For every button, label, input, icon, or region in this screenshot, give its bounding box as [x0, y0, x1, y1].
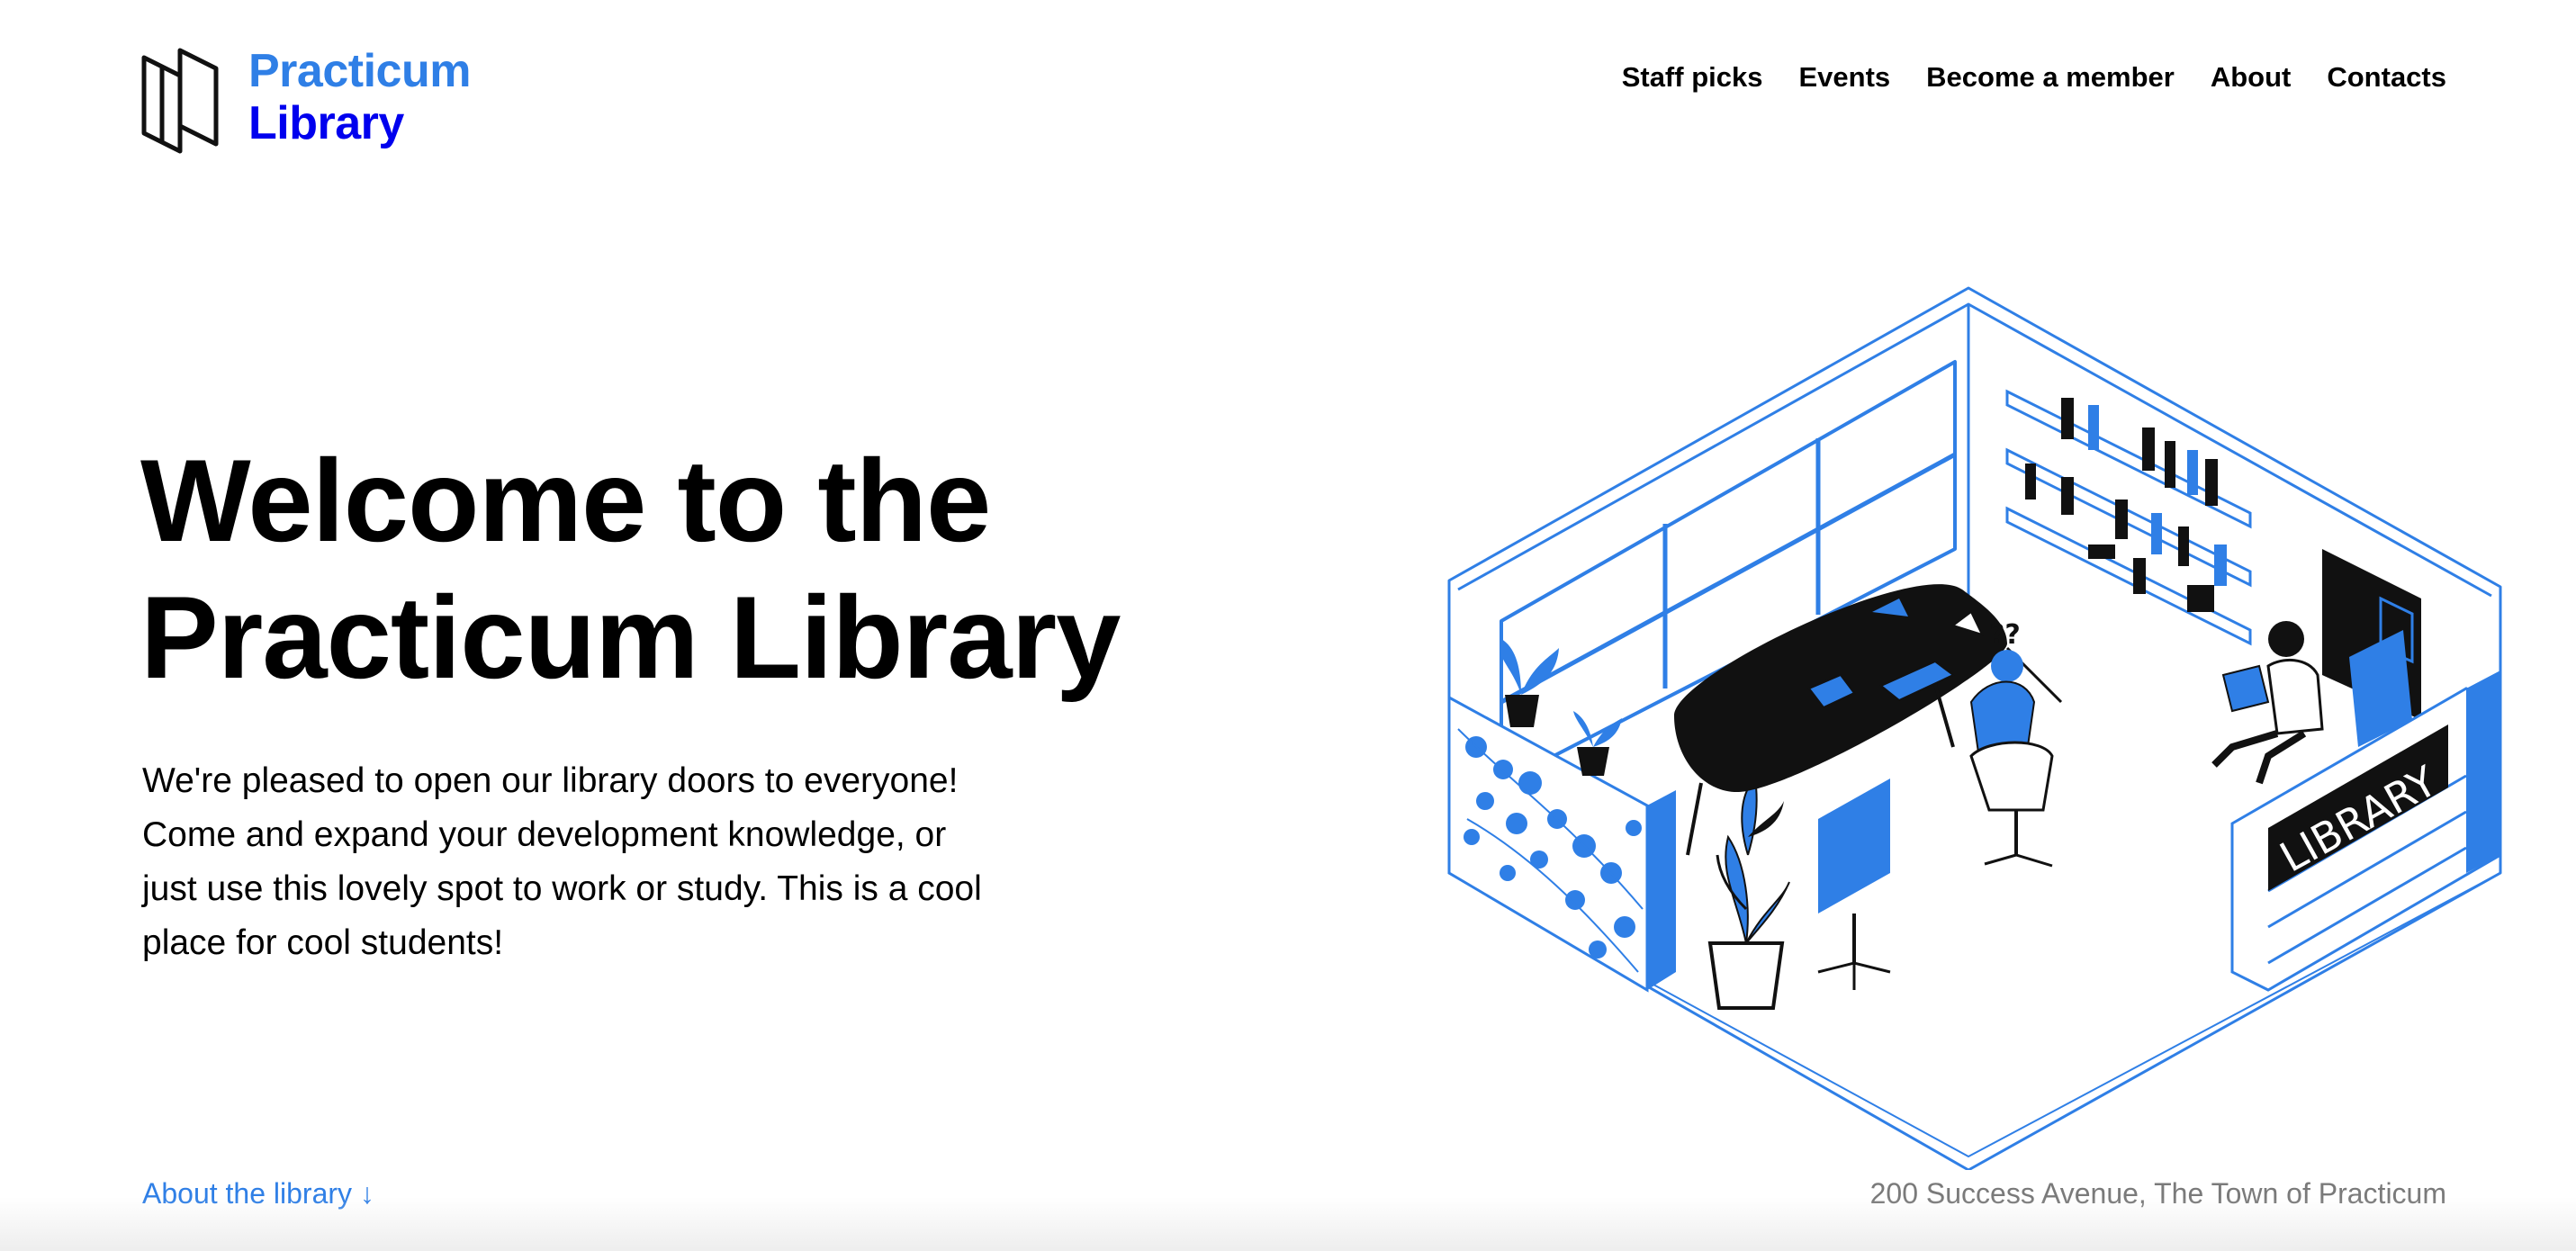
nav-contacts[interactable]: Contacts	[2327, 61, 2446, 94]
logo-link[interactable]: Practicum Library	[140, 45, 471, 155]
main-navigation: Staff picks Events Become a member About…	[1622, 61, 2446, 94]
hero-title-line2: Practicum Library	[140, 572, 1121, 704]
logo-title-line2: Library	[248, 97, 404, 150]
logo-title-line1: Practicum	[248, 45, 471, 97]
question-marks: ??	[1989, 619, 2021, 651]
hero-title: Welcome to the Practicum Library	[140, 432, 1220, 706]
bookshelves	[2005, 389, 2252, 646]
hero-description: We're pleased to open our library doors …	[142, 761, 982, 962]
library-room-illustration: ?? LIBRARY	[1447, 286, 2502, 1170]
front-chair	[1817, 778, 1891, 990]
nav-events[interactable]: Events	[1798, 61, 1890, 94]
books-logo-icon	[141, 48, 219, 154]
logo-text: Practicum Library	[248, 45, 471, 149]
nav-become-a-member[interactable]: Become a member	[1926, 61, 2175, 94]
plant-wall	[1447, 695, 1676, 993]
about-library-link[interactable]: About the library ↓	[142, 1177, 374, 1210]
nav-about[interactable]: About	[2211, 61, 2292, 94]
address-text: 200 Success Avenue, The Town of Practicu…	[1869, 1177, 2446, 1210]
hero-title-line1: Welcome to the	[140, 435, 991, 566]
nav-staff-picks[interactable]: Staff picks	[1622, 61, 1763, 94]
floor-plant	[1707, 776, 1790, 1010]
page: Practicum Library Staff picks Events Bec…	[0, 0, 2576, 1251]
